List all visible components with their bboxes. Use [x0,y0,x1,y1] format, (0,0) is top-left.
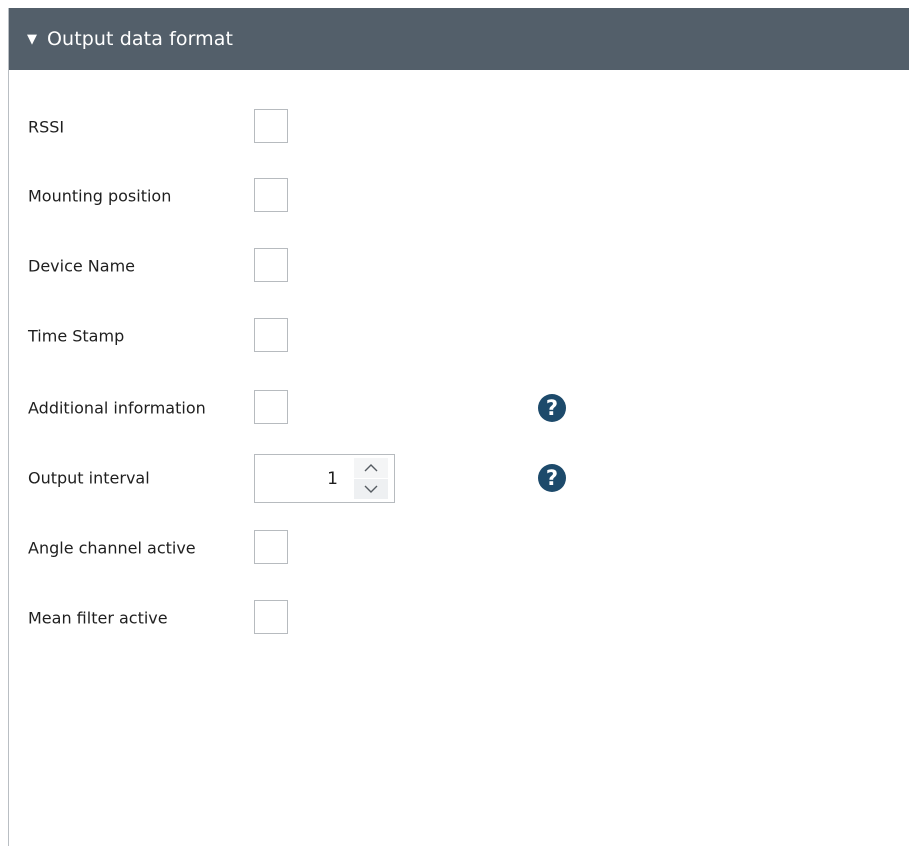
section-header[interactable]: ▼ Output data format [9,8,909,70]
triangle-down-icon: ▼ [27,31,37,47]
row-mean-filter-active: Mean filter active [9,600,889,636]
time-stamp-label: Time Stamp [28,326,125,346]
increment-button[interactable] [354,458,388,478]
section-title: Output data format [47,28,234,50]
row-output-interval: Output interval 1 ? [9,454,889,503]
chevron-down-icon [364,485,378,493]
rssi-label: RSSI [28,117,65,137]
additional-information-label: Additional information [28,398,206,418]
output-data-format-panel: ▼ Output data format RSSI Mounting posit… [8,8,909,846]
output-interval-label: Output interval [28,468,150,488]
row-time-stamp: Time Stamp [9,318,889,354]
angle-channel-active-checkbox[interactable] [254,530,288,564]
output-interval-stepper[interactable]: 1 [254,454,395,503]
mounting-position-checkbox[interactable] [254,178,288,212]
device-name-label: Device Name [28,256,136,276]
chevron-up-icon [364,464,378,472]
rssi-checkbox[interactable] [254,109,288,143]
mean-filter-active-label: Mean filter active [28,608,168,628]
time-stamp-checkbox[interactable] [254,318,288,352]
row-additional-information: Additional information ? [9,390,889,426]
row-angle-channel-active: Angle channel active [9,530,889,566]
row-mounting-position: Mounting position [9,178,889,214]
additional-information-checkbox[interactable] [254,390,288,424]
decrement-button[interactable] [354,479,388,499]
mean-filter-active-checkbox[interactable] [254,600,288,634]
question-icon[interactable]: ? [538,394,566,422]
device-name-checkbox[interactable] [254,248,288,282]
row-device-name: Device Name [9,248,889,284]
output-interval-value[interactable]: 1 [327,469,338,489]
angle-channel-active-label: Angle channel active [28,538,196,558]
row-rssi: RSSI [9,109,889,145]
question-icon[interactable]: ? [538,464,566,492]
mounting-position-label: Mounting position [28,186,172,206]
